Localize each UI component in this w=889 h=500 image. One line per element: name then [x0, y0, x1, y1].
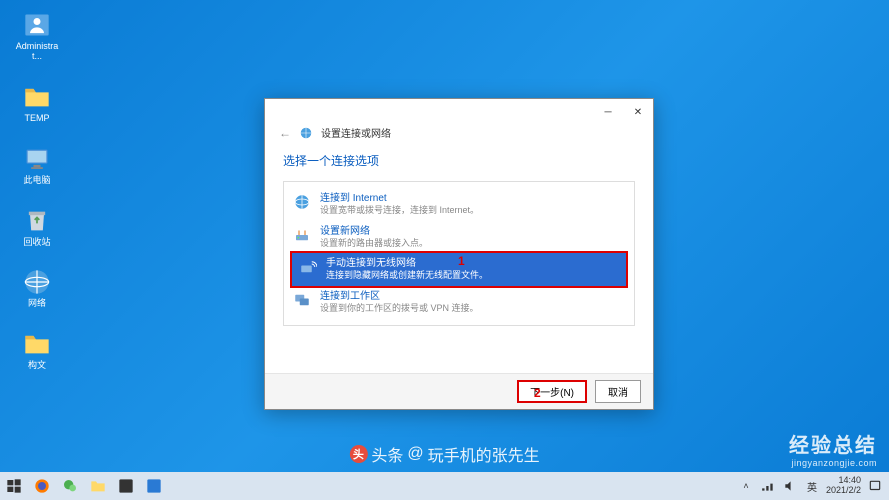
taskbar-firefox[interactable]: [28, 472, 56, 500]
desktop-icon-admin[interactable]: Administrat...: [12, 10, 62, 62]
desktop-icon-label: 网络: [28, 299, 46, 309]
recycle-icon: [22, 206, 52, 236]
desktop-icon-recycle[interactable]: 回收站: [12, 206, 62, 248]
taskbar-date: 2021/2/2: [826, 486, 861, 496]
network-icon: [22, 267, 52, 297]
close-button[interactable]: ✕: [623, 99, 653, 125]
taskbar: ˄ 英 14:40 2021/2/2: [0, 472, 889, 500]
desktop-icon-temp[interactable]: TEMP: [12, 82, 62, 124]
watermark-site: 经验总结 jingyanzongjie.com: [789, 429, 877, 468]
minimize-button[interactable]: ─: [593, 99, 623, 125]
watermark-main: 经验总结: [789, 435, 877, 457]
watermark-toutiao: 头 头条 @ 玩手机的张先生: [349, 442, 539, 466]
desktop-icons: Administrat... TEMP 此电脑 回收站 网络 构文: [12, 10, 62, 371]
option-title: 设置新网络: [320, 225, 428, 238]
watermark-url: jingyanzongjie.com: [789, 458, 877, 468]
dialog-header: ← 设置连接或网络: [265, 125, 653, 148]
watermark-name: 玩手机的张先生: [428, 442, 540, 466]
option-new-network[interactable]: 设置新网络设置新的路由器或接入点。: [284, 221, 634, 254]
annotation-2: 2: [534, 386, 541, 400]
option-title: 连接到工作区: [320, 290, 479, 303]
titlebar: ─ ✕: [265, 99, 653, 125]
desktop-icon-label: TEMP: [24, 114, 49, 124]
cancel-button[interactable]: 取消: [595, 380, 641, 403]
option-title: 连接到 Internet: [320, 192, 479, 205]
dialog-footer: 下一步(N) 取消: [265, 373, 653, 409]
tray-notification-icon[interactable]: [867, 478, 883, 494]
router-icon: [292, 225, 312, 245]
taskbar-explorer[interactable]: [84, 472, 112, 500]
option-desc: 设置新的路由器或接入点。: [320, 238, 428, 250]
start-button[interactable]: [0, 472, 28, 500]
option-desc: 连接到隐藏网络或创建新无线配置文件。: [326, 270, 488, 282]
tray-network-icon[interactable]: [760, 478, 776, 494]
globe-icon: [292, 192, 312, 212]
taskbar-left: [0, 472, 168, 500]
folder-icon: [22, 82, 52, 112]
desktop-icon-label: 此电脑: [23, 176, 50, 186]
dialog-heading: 选择一个连接选项: [283, 152, 635, 169]
taskbar-right: ˄ 英 14:40 2021/2/2: [738, 476, 889, 496]
option-workplace[interactable]: 连接到工作区设置到你的工作区的拨号或 VPN 连接。: [284, 286, 634, 319]
watermark-at: @: [407, 445, 423, 463]
network-setup-icon: [299, 126, 313, 140]
taskbar-app2[interactable]: [140, 472, 168, 500]
taskbar-clock[interactable]: 14:40 2021/2/2: [826, 476, 861, 496]
wireless-icon: [298, 257, 318, 277]
annotation-1: 1: [458, 254, 465, 268]
option-internet[interactable]: 连接到 Internet设置宽带或拨号连接，连接到 Internet。: [284, 188, 634, 221]
desktop: Administrat... TEMP 此电脑 回收站 网络 构文 ─ ✕ ←: [0, 0, 889, 500]
option-desc: 设置宽带或拨号连接，连接到 Internet。: [320, 205, 479, 217]
desktop-icon-label: 回收站: [23, 238, 50, 248]
desktop-icon-pc[interactable]: 此电脑: [12, 144, 62, 186]
folder-icon: [22, 329, 52, 359]
dialog-title: 设置连接或网络: [321, 125, 391, 140]
desktop-icon-folder2[interactable]: 构文: [12, 329, 62, 371]
desktop-icon-label: 构文: [28, 361, 46, 371]
workplace-icon: [292, 290, 312, 310]
pc-icon: [22, 144, 52, 174]
watermark-prefix: 头条: [371, 442, 403, 466]
toutiao-icon: 头: [349, 445, 367, 463]
option-desc: 设置到你的工作区的拨号或 VPN 连接。: [320, 303, 479, 315]
taskbar-wechat[interactable]: [56, 472, 84, 500]
back-button[interactable]: ←: [279, 126, 291, 140]
next-button[interactable]: 下一步(N): [517, 380, 587, 403]
desktop-icon-network[interactable]: 网络: [12, 267, 62, 309]
tray-volume-icon[interactable]: [782, 478, 798, 494]
tray-chevron-icon[interactable]: ˄: [738, 478, 754, 494]
user-icon: [22, 10, 52, 40]
tray-ime[interactable]: 英: [804, 478, 820, 494]
taskbar-app1[interactable]: [112, 472, 140, 500]
desktop-icon-label: Administrat...: [12, 42, 62, 62]
